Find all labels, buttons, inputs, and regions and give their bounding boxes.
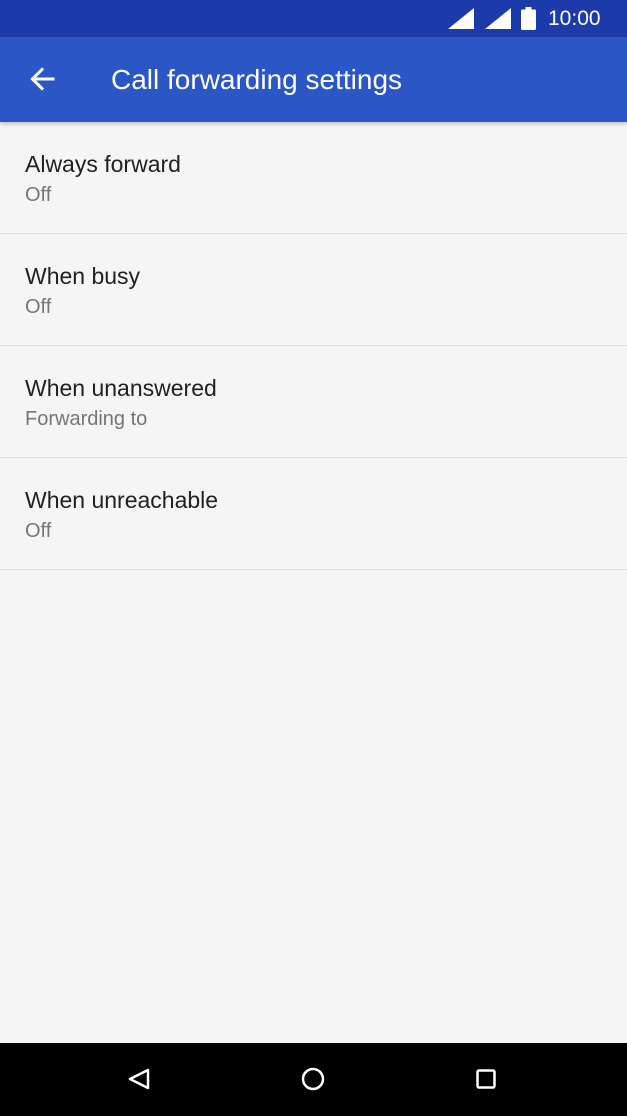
nav-recents-button[interactable] [460,1053,512,1105]
list-item-when-unanswered[interactable]: When unanswered Forwarding to [0,346,627,458]
item-summary: Forwarding to [25,408,148,430]
cell-signal-icon [448,8,474,29]
item-title: When busy [25,263,141,289]
list-item-when-busy[interactable]: When busy Off [0,234,627,346]
arrow-back-icon [30,67,55,91]
item-title: Always forward [25,151,181,177]
nav-back-button[interactable] [113,1053,165,1105]
item-summary: Off [25,520,52,542]
call-forwarding-screen: 10:00 Call forwarding settings Always fo… [0,0,627,1116]
nav-back-icon [128,1068,150,1090]
item-summary: Off [25,296,52,318]
item-title: When unreachable [25,487,219,513]
status-time: 10:00 [548,7,601,30]
navigation-bar [0,1043,627,1116]
call-forwarding-options-list: Always forward Off When busy Off When un… [0,122,627,570]
back-button[interactable] [14,51,70,107]
list-item-always-forward[interactable]: Always forward Off [0,122,627,234]
cell-signal-icon [485,8,511,29]
nav-home-button[interactable] [287,1053,339,1105]
nav-recents-icon [476,1069,496,1089]
item-title: When unanswered [25,375,217,401]
item-summary: Off [25,184,52,206]
app-bar: Call forwarding settings [0,37,627,122]
nav-home-icon [301,1067,325,1091]
list-item-when-unreachable[interactable]: When unreachable Off [0,458,627,570]
battery-icon [521,7,536,30]
status-bar: 10:00 [0,0,627,37]
page-title: Call forwarding settings [111,64,403,95]
